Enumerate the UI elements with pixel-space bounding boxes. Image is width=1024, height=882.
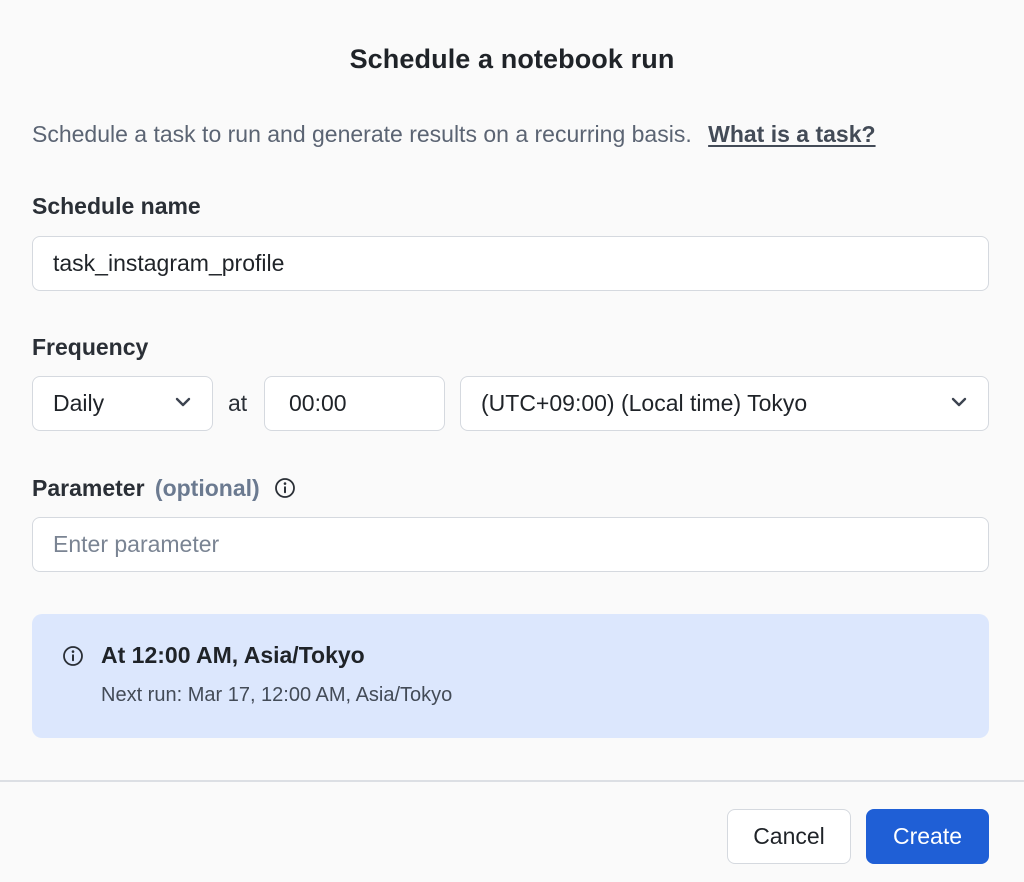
schedule-name-input[interactable]: task_instagram_profile [32, 236, 989, 291]
schedule-name-label: Schedule name [32, 193, 201, 219]
parameter-placeholder: Enter parameter [53, 531, 220, 557]
frequency-interval-select[interactable]: Daily [32, 376, 213, 431]
parameter-label: Parameter [32, 475, 145, 501]
info-icon [63, 646, 83, 666]
parameter-input[interactable]: Enter parameter [32, 517, 989, 572]
footer-divider [0, 780, 1024, 782]
schedule-summary-notice: At 12:00 AM, Asia/Tokyo Next run: Mar 17… [32, 614, 989, 738]
frequency-time-input[interactable]: 00:00 [264, 376, 445, 431]
create-button[interactable]: Create [866, 809, 989, 864]
dialog-description-row: Schedule a task to run and generate resu… [32, 121, 876, 148]
dialog-description: Schedule a task to run and generate resu… [32, 121, 692, 147]
frequency-at-label: at [228, 390, 248, 416]
frequency-label: Frequency [32, 334, 149, 360]
frequency-time-value: 00:00 [289, 390, 347, 416]
parameter-optional-label: (optional) [154, 475, 260, 501]
dialog-title: Schedule a notebook run [349, 44, 675, 74]
schedule-summary-title: At 12:00 AM, Asia/Tokyo [101, 642, 365, 668]
timezone-select[interactable]: (UTC+09:00) (Local time) Tokyo [460, 376, 989, 431]
chevron-down-icon [951, 397, 967, 406]
cancel-button[interactable]: Cancel [727, 809, 851, 864]
frequency-interval-value: Daily [53, 390, 105, 416]
info-icon[interactable] [274, 477, 296, 499]
what-is-a-task-link[interactable]: What is a task? [708, 121, 875, 147]
parameter-label-row: Parameter (optional) [32, 475, 296, 502]
next-run-text: Next run: Mar 17, 12:00 AM, Asia/Tokyo [101, 684, 453, 706]
chevron-down-icon [175, 397, 191, 406]
timezone-value: (UTC+09:00) (Local time) Tokyo [481, 390, 808, 416]
schedule-dialog: Schedule a notebook run Schedule a task … [0, 0, 1024, 882]
schedule-name-value: task_instagram_profile [53, 250, 285, 276]
